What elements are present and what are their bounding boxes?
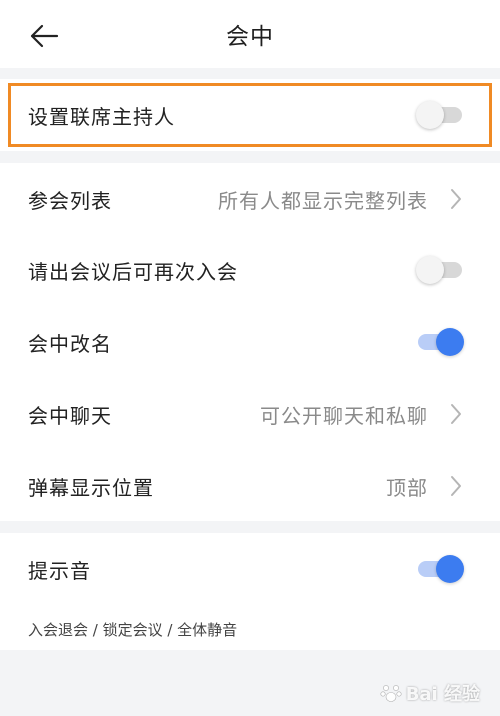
paw-icon: [380, 685, 402, 702]
rejoin-label: 请出会议后可再次入会: [28, 259, 238, 284]
back-button[interactable]: [22, 16, 66, 56]
toggle-knob: [416, 256, 444, 284]
danmaku-position-value: 顶部: [386, 475, 428, 500]
danmaku-position-row[interactable]: 弹幕显示位置 顶部: [0, 450, 500, 522]
toggle-knob: [416, 101, 444, 129]
meeting-settings-page: 会中 设置联席主持人 参会列表 所有人都显示完整列表 请出会议后可再次入会 会中…: [0, 0, 500, 716]
meeting-options-card: 参会列表 所有人都显示完整列表 请出会议后可再次入会 会中改名 会中聊天 可公开…: [0, 163, 500, 521]
chevron-right-icon: [451, 476, 461, 496]
participant-list-row[interactable]: 参会列表 所有人都显示完整列表: [0, 163, 500, 235]
sound-toggle[interactable]: [416, 555, 464, 583]
rename-label: 会中改名: [28, 331, 112, 356]
participant-list-value: 所有人都显示完整列表: [218, 188, 428, 213]
sound-row: 提示音: [0, 533, 500, 605]
co-host-row: 设置联席主持人: [0, 79, 500, 151]
header-bar: 会中: [0, 0, 500, 68]
page-title: 会中: [226, 24, 274, 50]
chevron-right-icon: [451, 189, 461, 209]
arrow-left-icon: [30, 24, 59, 48]
co-host-toggle[interactable]: [416, 101, 464, 129]
chat-row[interactable]: 会中聊天 可公开聊天和私聊: [0, 378, 500, 450]
sound-label: 提示音: [28, 558, 91, 583]
participant-list-label: 参会列表: [28, 188, 112, 213]
rename-row: 会中改名: [0, 306, 500, 378]
sound-card: 提示音 入会退会 / 锁定会议 / 全体静音: [0, 533, 500, 650]
baidu-watermark: Bai 经验: [380, 680, 480, 706]
toggle-knob: [436, 328, 464, 356]
rename-toggle[interactable]: [416, 328, 464, 356]
chat-value: 可公开聊天和私聊: [260, 403, 428, 428]
chat-label: 会中聊天: [28, 403, 112, 428]
danmaku-position-label: 弹幕显示位置: [28, 475, 154, 500]
toggle-knob: [436, 555, 464, 583]
host-settings-card: 设置联席主持人: [0, 79, 500, 151]
co-host-label: 设置联席主持人: [28, 104, 175, 129]
sound-subtext: 入会退会 / 锁定会议 / 全体静音: [28, 621, 238, 639]
rejoin-row: 请出会议后可再次入会: [0, 234, 500, 306]
chevron-right-icon: [451, 404, 461, 424]
watermark-text: Bai 经验: [405, 684, 480, 705]
rejoin-toggle[interactable]: [416, 256, 464, 284]
